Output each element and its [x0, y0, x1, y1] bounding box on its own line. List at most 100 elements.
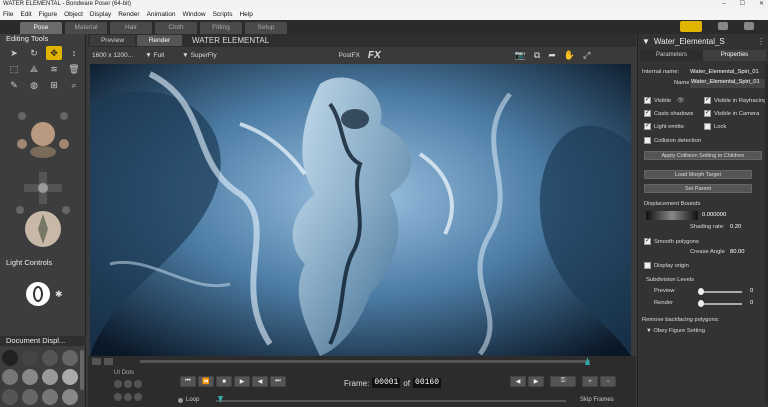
- room-tab-cloth[interactable]: Cloth: [155, 22, 197, 34]
- display-style-texture-icon[interactable]: [2, 388, 18, 405]
- figure-selector[interactable]: ▼ Water_Elemental_S: [642, 37, 725, 46]
- crease-angle-value[interactable]: 80.00: [730, 249, 745, 255]
- light-emitter-check-icon[interactable]: [644, 122, 651, 130]
- stop-icon[interactable]: ■: [216, 376, 232, 387]
- menu-animation[interactable]: Animation: [147, 9, 176, 20]
- display-style-smooth-icon[interactable]: [62, 369, 78, 386]
- ui-dot[interactable]: [114, 392, 122, 401]
- display-style-hidden-line-icon[interactable]: [62, 350, 78, 366]
- go-to-end-icon[interactable]: ⏭: [270, 376, 286, 387]
- rotate-icon[interactable]: ↻: [26, 46, 42, 60]
- select-icon[interactable]: ➤: [6, 46, 22, 60]
- step-back-icon[interactable]: ⏪: [198, 376, 214, 387]
- menu-file[interactable]: File: [3, 9, 13, 20]
- trash-icon[interactable]: 🗑: [66, 62, 82, 76]
- visible-camera-checkbox[interactable]: Visible in Camera: [704, 109, 759, 117]
- subdivision-render-slider[interactable]: [698, 303, 742, 305]
- frame-total-field[interactable]: 00160: [413, 378, 442, 388]
- minimize-icon[interactable]: –: [722, 0, 725, 9]
- display-style-sketch-icon[interactable]: [22, 388, 38, 405]
- ui-dot[interactable]: [114, 380, 122, 388]
- pan-hand-icon[interactable]: ✋: [564, 50, 575, 61]
- room-tab-pose[interactable]: Pose: [20, 22, 62, 34]
- collision-detection-checkbox[interactable]: Collision detection: [644, 137, 701, 144]
- display-style-outline-icon[interactable]: [22, 350, 38, 366]
- library-icon[interactable]: [744, 22, 754, 30]
- engine-dropdown-icon[interactable]: ▼: [182, 52, 188, 59]
- room-tab-fitting[interactable]: Fitting: [200, 22, 242, 34]
- smooth-polygons-checkbox[interactable]: Smooth polygons: [644, 237, 699, 245]
- obey-figure-dropdown[interactable]: ▼ Obey Figure Setting: [646, 328, 705, 334]
- render-engine[interactable]: SuperFly: [191, 52, 217, 59]
- document-display-scrollbar[interactable]: [80, 350, 84, 390]
- figure-dropdown-icon[interactable]: ▼: [642, 37, 650, 46]
- visible-raytracing-check-icon[interactable]: [704, 96, 711, 104]
- load-morph-button[interactable]: Load Morph Target: [644, 170, 752, 179]
- menu-figure[interactable]: Figure: [39, 9, 57, 20]
- chain-break-icon[interactable]: ≋: [46, 62, 62, 76]
- tab-parameters[interactable]: Parameters: [640, 50, 703, 61]
- fx-button[interactable]: FX: [368, 50, 381, 61]
- menu-object[interactable]: Object: [64, 9, 83, 20]
- menu-display[interactable]: Display: [90, 9, 111, 20]
- prev-keyframe-icon[interactable]: ◀: [510, 376, 526, 387]
- display-style-wireframe-icon[interactable]: [42, 350, 58, 366]
- tab-preview[interactable]: Preview: [90, 35, 135, 46]
- chat-icon[interactable]: [718, 22, 728, 30]
- step-forward-icon[interactable]: ◀: [252, 376, 268, 387]
- translate-icon[interactable]: ✥: [46, 46, 62, 60]
- skip-frames-label[interactable]: Skip Frames: [580, 397, 614, 403]
- visible-camera-check-icon[interactable]: [704, 109, 711, 117]
- document-display-header[interactable]: Document Displ...: [0, 336, 86, 346]
- shading-rate-value[interactable]: 0.20: [730, 224, 741, 230]
- scale-icon[interactable]: ⬚: [6, 62, 22, 76]
- display-style-cartoon-icon[interactable]: [42, 369, 58, 386]
- ui-dot[interactable]: [134, 380, 142, 388]
- maximize-icon[interactable]: ☐: [740, 0, 745, 9]
- share-icon[interactable]: ➦: [548, 50, 556, 61]
- display-style-lit-wire-icon[interactable]: [2, 369, 18, 386]
- layout-quad-icon[interactable]: [104, 358, 113, 365]
- ui-dot[interactable]: [124, 392, 132, 401]
- name-field[interactable]: Water_Elemental_Spiri_01: [690, 79, 768, 88]
- collision-check-icon[interactable]: [644, 137, 651, 144]
- casts-shadows-checkbox[interactable]: Casts shadows: [644, 109, 693, 117]
- menu-edit[interactable]: Edit: [20, 9, 31, 20]
- display-style-flat-icon[interactable]: [22, 369, 38, 386]
- display-style-preview-icon[interactable]: [62, 388, 78, 405]
- search-icon[interactable]: ⌕: [66, 78, 82, 92]
- expand-icon[interactable]: ⤢: [583, 50, 590, 61]
- ui-dot[interactable]: [124, 380, 132, 388]
- subdivision-preview-slider[interactable]: [698, 291, 742, 293]
- subdivision-render-handle[interactable]: [698, 300, 704, 307]
- taper-icon[interactable]: ⟁: [26, 62, 42, 76]
- frame-current-field[interactable]: 00001: [372, 378, 401, 388]
- translate-in-out-icon[interactable]: ↕: [66, 46, 82, 60]
- loop-radio[interactable]: [178, 397, 183, 403]
- next-keyframe-icon[interactable]: ▶: [528, 376, 544, 387]
- light-controls-header[interactable]: Light Controls: [0, 258, 86, 268]
- light-sun-icon[interactable]: ✱: [55, 289, 63, 300]
- render-viewport[interactable]: [90, 64, 631, 356]
- display-origin-check-icon[interactable]: [644, 262, 651, 269]
- view-magnifier-icon[interactable]: ⊞: [46, 78, 62, 92]
- color-icon[interactable]: ✎: [6, 78, 22, 92]
- ui-dot[interactable]: [134, 392, 142, 401]
- display-style-silhouette-icon[interactable]: [2, 350, 18, 366]
- add-keyframe-icon[interactable]: +: [582, 376, 598, 387]
- area-render-icon[interactable]: ⧉: [534, 50, 540, 61]
- light-sphere[interactable]: [26, 282, 50, 306]
- quality-dropdown-icon[interactable]: ▼: [145, 52, 151, 59]
- tab-render[interactable]: Render: [137, 35, 182, 46]
- subdivision-preview-handle[interactable]: [698, 288, 704, 295]
- tab-properties[interactable]: Properties: [703, 50, 766, 61]
- loop-range-track[interactable]: [216, 400, 566, 402]
- menu-help[interactable]: Help: [239, 9, 252, 20]
- room-tab-setup[interactable]: Setup: [245, 22, 287, 34]
- go-to-start-icon[interactable]: ⏮: [180, 376, 196, 387]
- postfx-button[interactable]: PostFX: [339, 52, 360, 59]
- key-icon[interactable]: ⚿: [550, 376, 576, 387]
- menu-window[interactable]: Window: [182, 9, 205, 20]
- lock-checkbox[interactable]: Lock: [704, 123, 726, 130]
- visible-raytracing-checkbox[interactable]: Visible in Raytracing: [704, 96, 766, 104]
